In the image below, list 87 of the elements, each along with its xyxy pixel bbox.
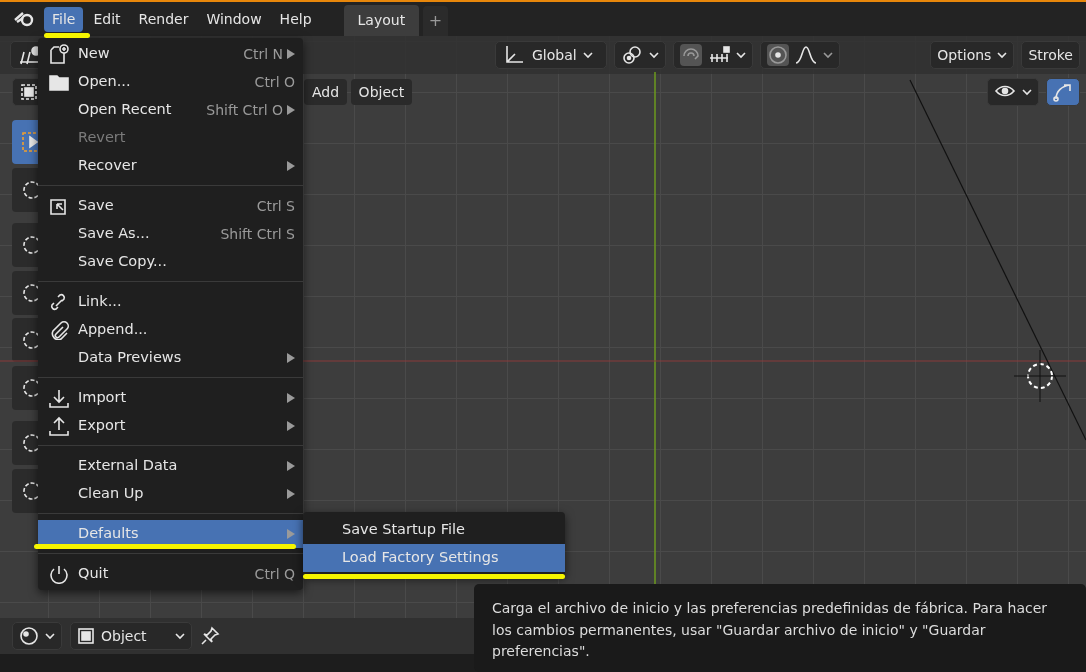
3d-cursor-icon xyxy=(1013,349,1067,403)
chevron-icon xyxy=(1022,87,1032,97)
visibility-dropdown[interactable] xyxy=(987,78,1039,106)
curve-arrow-icon xyxy=(1053,82,1073,102)
orientation-dropdown[interactable]: Global xyxy=(495,41,607,69)
pin-icon xyxy=(200,626,220,646)
select-box-icon xyxy=(77,627,95,645)
menu-item-label: Link... xyxy=(78,292,122,312)
falloff-curve-icon xyxy=(795,45,817,65)
menu-item[interactable]: Recover xyxy=(38,152,303,180)
menu-item-label: New xyxy=(78,44,110,64)
menu-item-label: Save As... xyxy=(78,224,150,244)
options-label: Options xyxy=(937,45,992,65)
menu-item[interactable]: Save As... Shift Ctrl S xyxy=(38,220,303,248)
object-label: Object xyxy=(101,626,147,646)
menu-item-label: Import xyxy=(78,388,127,408)
chevron-icon xyxy=(45,631,55,641)
menu-item[interactable]: Window xyxy=(198,6,270,32)
gizmo-toggle[interactable] xyxy=(1046,78,1080,106)
chevron-icon xyxy=(823,50,833,60)
workspace-tab[interactable]: Layout xyxy=(343,5,420,36)
menu-item-label: Clean Up xyxy=(78,484,144,504)
menu-item-label: Save Copy... xyxy=(78,252,167,272)
menu-item[interactable]: Export xyxy=(38,412,303,440)
menu-item[interactable]: File xyxy=(44,6,84,32)
menu-item[interactable]: Append... xyxy=(38,316,303,344)
menu-item[interactable]: Render xyxy=(130,6,197,32)
menu-item[interactable]: Open Recent Shift Ctrl O xyxy=(38,96,303,124)
menu-item[interactable]: Save Startup File xyxy=(303,516,565,544)
orientation-label: Global xyxy=(532,45,577,65)
menu-item[interactable]: Data Previews xyxy=(38,344,303,372)
target-icon xyxy=(767,44,789,66)
shortcut-label: Ctrl Q xyxy=(254,564,295,584)
tooltip: Carga el archivo de inicio y las preferencias predefinidas de fábrica. Para hacer los cambios permanentes, usar "Guardar archivo de inicio" y "Guardar preferencias". xyxy=(474,584,1086,672)
shading-icon xyxy=(19,626,39,646)
proportional-toggle[interactable] xyxy=(767,44,789,66)
menu-item-label: Data Previews xyxy=(78,348,182,368)
menu-item[interactable]: Help xyxy=(271,6,320,32)
highlight-underline xyxy=(44,33,90,38)
menu-item-label: Quit xyxy=(78,564,109,584)
chevron-icon xyxy=(175,631,185,641)
snap-toggle[interactable] xyxy=(680,44,702,66)
viewport-menu[interactable]: Add xyxy=(304,79,348,105)
pivot-icon xyxy=(621,44,643,66)
folder-icon xyxy=(48,72,70,92)
menu-item[interactable]: Load Factory Settings xyxy=(303,544,565,572)
import-icon xyxy=(48,388,70,408)
menu-item[interactable]: Import xyxy=(38,384,303,412)
chevron-icon xyxy=(997,50,1008,60)
chevron-icon xyxy=(582,50,593,60)
menu-item-label: Open... xyxy=(78,72,131,92)
shortcut-label: Ctrl N xyxy=(243,44,283,64)
menu-item-label: Append... xyxy=(78,320,148,340)
options-dropdown[interactable]: Options xyxy=(930,41,1015,69)
menu-item[interactable]: Save Ctrl S xyxy=(38,192,303,220)
menu-item[interactable]: Edit xyxy=(85,6,129,32)
increment-icon xyxy=(708,46,730,64)
menu-item[interactable]: Link... xyxy=(38,288,303,316)
menu-item-label: External Data xyxy=(78,456,178,476)
menu-item[interactable]: Open... Ctrl O xyxy=(38,68,303,96)
menu-item[interactable]: External Data xyxy=(38,452,303,480)
shortcut-label: Shift Ctrl S xyxy=(220,224,295,244)
mode-dropdown[interactable] xyxy=(12,622,62,650)
menu-item-label: Export xyxy=(78,416,126,436)
menu-item-label: Defaults xyxy=(78,524,139,544)
menu-item-label: Save xyxy=(78,196,114,216)
menu-item-label: Recover xyxy=(78,156,137,176)
stroke-dropdown[interactable]: Stroke xyxy=(1021,41,1080,69)
chevron-icon xyxy=(649,50,659,60)
shortcut-label: Ctrl S xyxy=(256,196,295,216)
new-file-icon xyxy=(48,44,70,64)
power-icon xyxy=(48,564,70,584)
export-icon xyxy=(48,416,70,436)
menu-item[interactable]: Clean Up xyxy=(38,480,303,508)
menu-item[interactable]: New Ctrl N xyxy=(38,40,303,68)
menu-item-label: Revert xyxy=(78,128,126,148)
menu-item-label: Open Recent xyxy=(78,100,172,120)
shortcut-label: Shift Ctrl O xyxy=(206,100,283,120)
pivot-dropdown[interactable] xyxy=(614,41,666,69)
shortcut-label: Ctrl O xyxy=(254,72,295,92)
object-dropdown[interactable]: Object xyxy=(70,622,192,650)
viewport-menu[interactable]: Object xyxy=(350,79,413,105)
select-box-icon xyxy=(19,82,39,102)
add-tab-button[interactable]: + xyxy=(422,6,449,36)
menu-item[interactable]: Quit Ctrl Q xyxy=(38,560,303,588)
menu-item[interactable]: Save Copy... xyxy=(38,248,303,276)
chevron-icon xyxy=(736,50,746,60)
